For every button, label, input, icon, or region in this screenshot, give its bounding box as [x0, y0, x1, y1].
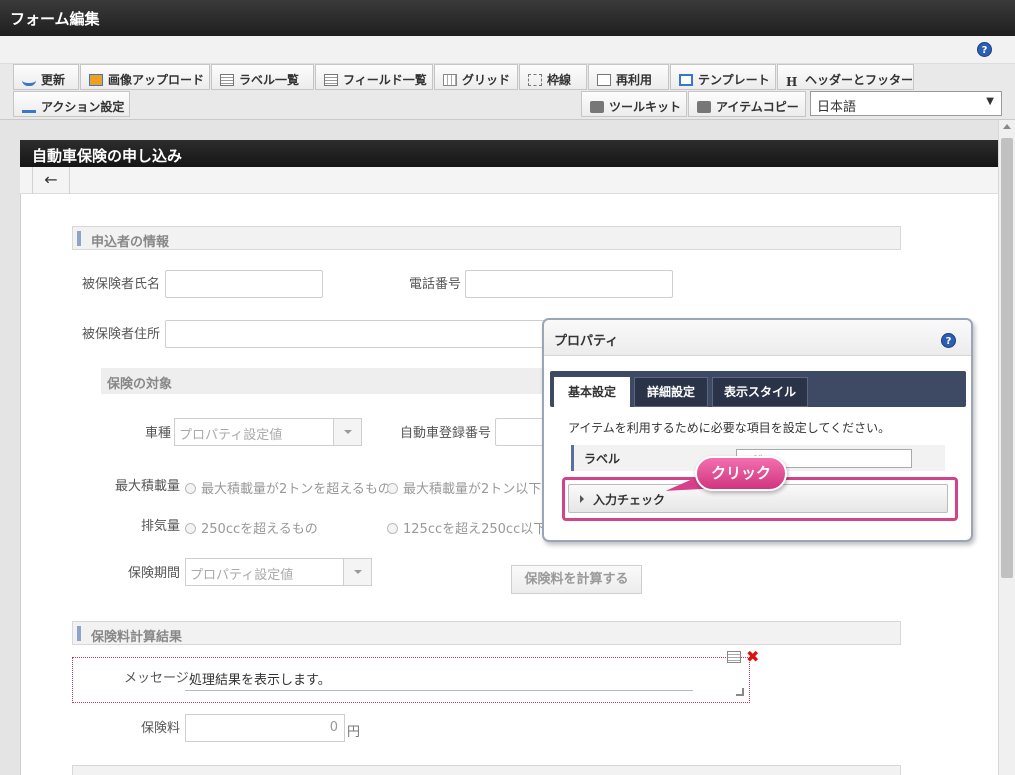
period-label: 保険期間 [128, 566, 181, 581]
properties-tabs: 基本設定 詳細設定 表示スタイル [550, 371, 966, 407]
action-icon [22, 101, 36, 113]
border-button[interactable]: 枠線 [519, 64, 587, 90]
edit-item-icon[interactable] [727, 651, 741, 663]
message-text: 処理結果を表示します。 [189, 673, 331, 688]
radio-icon [185, 523, 196, 534]
delete-item-icon[interactable]: ✖ [746, 647, 759, 666]
chevron-down-icon [343, 559, 371, 585]
insured-name-label: 被保険者氏名 [82, 277, 161, 292]
toolkit-button[interactable]: ツールキット [581, 91, 687, 117]
scroll-thumb[interactable] [1001, 138, 1013, 578]
help-icon[interactable]: ? [941, 333, 956, 348]
list-icon [324, 74, 338, 86]
max-load-label: 最大積載量 [115, 479, 181, 494]
label-property-label: ラベル [584, 452, 621, 466]
reg-number-input[interactable] [495, 418, 547, 446]
header-icon: H [786, 75, 798, 89]
car-type-label: 車種 [145, 426, 172, 441]
chevron-down-icon: ▼ [986, 96, 994, 107]
tab-display-style[interactable]: 表示スタイル [712, 377, 808, 407]
section-insured-target[interactable]: 保険の対象 [101, 368, 546, 394]
header-footer-button[interactable]: H ヘッダーとフッター [777, 64, 914, 90]
template-button[interactable]: テンプレート [670, 64, 776, 90]
radio-icon [185, 483, 196, 494]
field-list-button[interactable]: フィールド一覧 [315, 64, 433, 90]
message-label: メッセージ [124, 671, 189, 686]
document-icon [597, 74, 611, 86]
max-load-option-over[interactable]: 最大積載量が2トンを超えるもの [185, 478, 391, 497]
toolbox-icon [697, 101, 711, 113]
image-upload-button[interactable]: 画像アップロード [80, 64, 210, 90]
fee-unit: 円 [347, 725, 361, 740]
image-icon [89, 74, 103, 86]
properties-header: プロパティ [544, 320, 971, 356]
click-callout: クリック [695, 456, 787, 491]
properties-dialog: プロパティ ? 基本設定 詳細設定 表示スタイル アイテムを利用するために必要な… [542, 318, 973, 542]
window-title: フォーム編集 [0, 0, 1015, 36]
chevron-right-icon [580, 495, 584, 503]
tab-basic-settings[interactable]: 基本設定 [554, 377, 630, 407]
properties-title: プロパティ [554, 334, 619, 349]
reg-number-label: 自動車登録番号 [400, 426, 492, 441]
form-nav-bar: ← [20, 167, 998, 194]
refresh-icon [22, 74, 36, 86]
section-fee-result[interactable]: 保険料計算結果 [72, 621, 901, 645]
border-icon [528, 74, 542, 86]
displacement-label: 排気量 [141, 519, 181, 534]
displacement-option-over[interactable]: 250ccを超えるもの [185, 518, 318, 537]
insured-name-input[interactable] [165, 270, 323, 298]
help-icon[interactable]: ? [977, 42, 992, 57]
scroll-up-icon[interactable] [1003, 124, 1011, 129]
fee-label: 保険料 [141, 721, 181, 736]
grid-icon [443, 74, 457, 86]
form-title: 自動車保険の申し込み [20, 140, 998, 167]
chevron-down-icon [333, 419, 361, 445]
tab-detail-settings[interactable]: 詳細設定 [634, 377, 708, 407]
address-label: 被保険者住所 [82, 327, 161, 342]
toolbox-icon [590, 101, 604, 113]
reuse-button[interactable]: 再利用 [588, 64, 669, 90]
calculate-fee-button[interactable]: 保険料を計算する [511, 565, 642, 594]
properties-description: アイテムを利用するために必要な項目を設定してください。 [568, 421, 891, 435]
action-settings-button[interactable]: アクション設定 [13, 91, 130, 117]
back-arrow-icon[interactable]: ← [32, 167, 70, 194]
help-bar: ? [0, 36, 1015, 64]
template-icon [679, 74, 693, 86]
language-select[interactable]: 日本語 ▼ [810, 91, 1002, 116]
radio-icon [387, 523, 398, 534]
address-input[interactable] [165, 320, 550, 348]
list-icon [220, 74, 234, 86]
vertical-scrollbar[interactable] [998, 120, 1015, 775]
update-button[interactable]: 更新 [13, 64, 79, 90]
phone-label: 電話番号 [409, 277, 462, 292]
period-select[interactable]: プロパティ設定値 [185, 558, 372, 586]
section-contract-partial[interactable] [72, 765, 901, 775]
phone-input[interactable] [465, 270, 673, 298]
label-list-button[interactable]: ラベル一覧 [211, 64, 314, 90]
fee-input[interactable]: 0 [185, 714, 345, 742]
item-copy-button[interactable]: アイテムコピー [688, 91, 806, 117]
resize-handle-icon[interactable] [736, 688, 744, 696]
max-load-option-under[interactable]: 最大積載量が2トン以下の [387, 478, 543, 497]
car-type-select[interactable]: プロパティ設定値 [174, 418, 362, 446]
grid-button[interactable]: グリッド [434, 64, 518, 90]
displacement-option-range[interactable]: 125ccを超え250cc以下の [387, 518, 543, 537]
message-underline [185, 690, 693, 691]
radio-icon [387, 483, 398, 494]
section-applicant[interactable]: 申込者の情報 [72, 226, 901, 250]
